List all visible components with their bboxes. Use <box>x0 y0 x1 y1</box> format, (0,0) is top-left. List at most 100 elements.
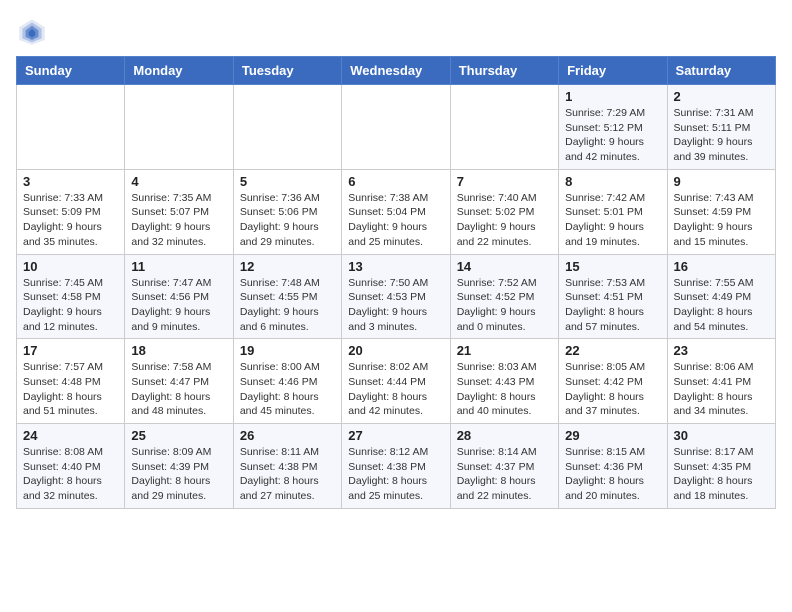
day-info: Sunrise: 7:57 AM Sunset: 4:48 PM Dayligh… <box>23 360 118 419</box>
calendar-table: SundayMondayTuesdayWednesdayThursdayFrid… <box>16 56 776 509</box>
day-info: Sunrise: 7:52 AM Sunset: 4:52 PM Dayligh… <box>457 276 552 335</box>
calendar-cell <box>17 85 125 170</box>
calendar-cell: 7 Sunrise: 7:40 AM Sunset: 5:02 PM Daylig… <box>450 169 558 254</box>
day-info: Sunrise: 7:35 AM Sunset: 5:07 PM Dayligh… <box>131 191 226 250</box>
weekday-header-saturday: Saturday <box>667 57 775 85</box>
day-number: 15 <box>565 259 660 274</box>
day-info: Sunrise: 7:50 AM Sunset: 4:53 PM Dayligh… <box>348 276 443 335</box>
day-number: 8 <box>565 174 660 189</box>
day-number: 19 <box>240 343 335 358</box>
calendar-cell: 10 Sunrise: 7:45 AM Sunset: 4:58 PM Dayli… <box>17 254 125 339</box>
weekday-header-sunday: Sunday <box>17 57 125 85</box>
calendar-cell: 24Sunrise: 8:08 AM Sunset: 4:40 PM Dayli… <box>17 424 125 509</box>
calendar-cell: 3 Sunrise: 7:33 AM Sunset: 5:09 PM Daylig… <box>17 169 125 254</box>
calendar-cell: 9 Sunrise: 7:43 AM Sunset: 4:59 PM Daylig… <box>667 169 775 254</box>
day-info: Sunrise: 8:09 AM Sunset: 4:39 PM Dayligh… <box>131 445 226 504</box>
day-number: 4 <box>131 174 226 189</box>
calendar-cell: 30 Sunrise: 8:17 AM Sunset: 4:35 PM Dayli… <box>667 424 775 509</box>
day-number: 30 <box>674 428 769 443</box>
calendar-cell <box>125 85 233 170</box>
day-number: 14 <box>457 259 552 274</box>
day-info: Sunrise: 8:05 AM Sunset: 4:42 PM Dayligh… <box>565 360 660 419</box>
day-number: 22 <box>565 343 660 358</box>
calendar-cell: 18 Sunrise: 7:58 AM Sunset: 4:47 PM Dayli… <box>125 339 233 424</box>
day-number: 2 <box>674 89 769 104</box>
calendar-week-row: 1 Sunrise: 7:29 AM Sunset: 5:12 PM Daylig… <box>17 85 776 170</box>
day-info: Sunrise: 7:29 AM Sunset: 5:12 PM Dayligh… <box>565 106 660 165</box>
day-info: Sunrise: 7:45 AM Sunset: 4:58 PM Dayligh… <box>23 276 118 335</box>
day-number: 11 <box>131 259 226 274</box>
calendar-cell: 5 Sunrise: 7:36 AM Sunset: 5:06 PM Daylig… <box>233 169 341 254</box>
calendar-cell: 16 Sunrise: 7:55 AM Sunset: 4:49 PM Dayli… <box>667 254 775 339</box>
day-info: Sunrise: 7:47 AM Sunset: 4:56 PM Dayligh… <box>131 276 226 335</box>
day-number: 21 <box>457 343 552 358</box>
calendar-cell: 20Sunrise: 8:02 AM Sunset: 4:44 PM Dayli… <box>342 339 450 424</box>
weekday-header-tuesday: Tuesday <box>233 57 341 85</box>
calendar-week-row: 10 Sunrise: 7:45 AM Sunset: 4:58 PM Dayli… <box>17 254 776 339</box>
calendar-cell: 6 Sunrise: 7:38 AM Sunset: 5:04 PM Daylig… <box>342 169 450 254</box>
day-number: 29 <box>565 428 660 443</box>
day-number: 6 <box>348 174 443 189</box>
day-info: Sunrise: 7:53 AM Sunset: 4:51 PM Dayligh… <box>565 276 660 335</box>
calendar-cell: 12 Sunrise: 7:48 AM Sunset: 4:55 PM Dayli… <box>233 254 341 339</box>
day-info: Sunrise: 7:38 AM Sunset: 5:04 PM Dayligh… <box>348 191 443 250</box>
calendar-cell: 27 Sunrise: 8:12 AM Sunset: 4:38 PM Dayli… <box>342 424 450 509</box>
day-number: 16 <box>674 259 769 274</box>
day-number: 3 <box>23 174 118 189</box>
calendar-cell: 4 Sunrise: 7:35 AM Sunset: 5:07 PM Daylig… <box>125 169 233 254</box>
calendar-week-row: 3 Sunrise: 7:33 AM Sunset: 5:09 PM Daylig… <box>17 169 776 254</box>
day-number: 1 <box>565 89 660 104</box>
weekday-header-row: SundayMondayTuesdayWednesdayThursdayFrid… <box>17 57 776 85</box>
weekday-header-friday: Friday <box>559 57 667 85</box>
day-info: Sunrise: 7:40 AM Sunset: 5:02 PM Dayligh… <box>457 191 552 250</box>
day-info: Sunrise: 8:08 AM Sunset: 4:40 PM Dayligh… <box>23 445 118 504</box>
calendar-week-row: 17Sunrise: 7:57 AM Sunset: 4:48 PM Dayli… <box>17 339 776 424</box>
calendar-cell: 19 Sunrise: 8:00 AM Sunset: 4:46 PM Dayli… <box>233 339 341 424</box>
calendar-cell: 15 Sunrise: 7:53 AM Sunset: 4:51 PM Dayli… <box>559 254 667 339</box>
calendar-cell: 29Sunrise: 8:15 AM Sunset: 4:36 PM Dayli… <box>559 424 667 509</box>
calendar-cell: 8Sunrise: 7:42 AM Sunset: 5:01 PM Daylig… <box>559 169 667 254</box>
day-number: 25 <box>131 428 226 443</box>
day-info: Sunrise: 8:11 AM Sunset: 4:38 PM Dayligh… <box>240 445 335 504</box>
day-info: Sunrise: 8:14 AM Sunset: 4:37 PM Dayligh… <box>457 445 552 504</box>
day-number: 9 <box>674 174 769 189</box>
day-info: Sunrise: 8:03 AM Sunset: 4:43 PM Dayligh… <box>457 360 552 419</box>
calendar-cell: 25 Sunrise: 8:09 AM Sunset: 4:39 PM Dayli… <box>125 424 233 509</box>
calendar-cell <box>450 85 558 170</box>
day-number: 5 <box>240 174 335 189</box>
day-number: 7 <box>457 174 552 189</box>
day-info: Sunrise: 8:17 AM Sunset: 4:35 PM Dayligh… <box>674 445 769 504</box>
calendar-cell <box>342 85 450 170</box>
day-info: Sunrise: 7:31 AM Sunset: 5:11 PM Dayligh… <box>674 106 769 165</box>
page-header <box>16 16 776 48</box>
calendar-cell: 13 Sunrise: 7:50 AM Sunset: 4:53 PM Dayli… <box>342 254 450 339</box>
day-info: Sunrise: 7:36 AM Sunset: 5:06 PM Dayligh… <box>240 191 335 250</box>
day-number: 12 <box>240 259 335 274</box>
day-info: Sunrise: 7:43 AM Sunset: 4:59 PM Dayligh… <box>674 191 769 250</box>
day-info: Sunrise: 8:00 AM Sunset: 4:46 PM Dayligh… <box>240 360 335 419</box>
day-info: Sunrise: 8:12 AM Sunset: 4:38 PM Dayligh… <box>348 445 443 504</box>
logo-icon <box>16 16 48 48</box>
calendar-cell: 21 Sunrise: 8:03 AM Sunset: 4:43 PM Dayli… <box>450 339 558 424</box>
day-number: 26 <box>240 428 335 443</box>
calendar-cell: 1 Sunrise: 7:29 AM Sunset: 5:12 PM Daylig… <box>559 85 667 170</box>
calendar-cell: 23Sunrise: 8:06 AM Sunset: 4:41 PM Dayli… <box>667 339 775 424</box>
day-info: Sunrise: 7:55 AM Sunset: 4:49 PM Dayligh… <box>674 276 769 335</box>
day-number: 18 <box>131 343 226 358</box>
logo <box>16 16 52 48</box>
calendar-cell: 17Sunrise: 7:57 AM Sunset: 4:48 PM Dayli… <box>17 339 125 424</box>
day-number: 10 <box>23 259 118 274</box>
day-info: Sunrise: 7:58 AM Sunset: 4:47 PM Dayligh… <box>131 360 226 419</box>
day-info: Sunrise: 7:33 AM Sunset: 5:09 PM Dayligh… <box>23 191 118 250</box>
calendar-cell: 11 Sunrise: 7:47 AM Sunset: 4:56 PM Dayli… <box>125 254 233 339</box>
day-info: Sunrise: 7:48 AM Sunset: 4:55 PM Dayligh… <box>240 276 335 335</box>
day-number: 23 <box>674 343 769 358</box>
calendar-cell <box>233 85 341 170</box>
day-info: Sunrise: 8:02 AM Sunset: 4:44 PM Dayligh… <box>348 360 443 419</box>
day-number: 27 <box>348 428 443 443</box>
calendar-cell: 22 Sunrise: 8:05 AM Sunset: 4:42 PM Dayli… <box>559 339 667 424</box>
day-number: 13 <box>348 259 443 274</box>
weekday-header-monday: Monday <box>125 57 233 85</box>
weekday-header-wednesday: Wednesday <box>342 57 450 85</box>
weekday-header-thursday: Thursday <box>450 57 558 85</box>
